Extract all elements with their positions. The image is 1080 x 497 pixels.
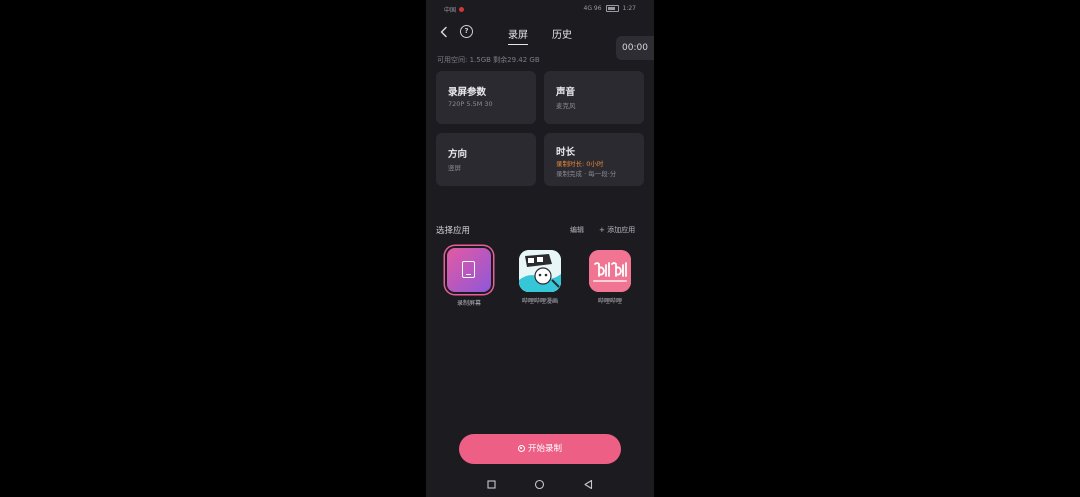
system-nav-bar bbox=[426, 474, 654, 497]
screen-stage: 中国 4G 96 1:27 ? 录屏 历史 可用空间: 1.5GB 剩余29.4… bbox=[0, 0, 1080, 497]
storage-info: 可用空间: 1.5GB 剩余29.42 GB bbox=[437, 56, 540, 64]
status-bar: 中国 4G 96 1:27 bbox=[426, 0, 654, 18]
signal-text: 4G 96 bbox=[583, 5, 602, 12]
clock: 1:27 bbox=[622, 5, 636, 12]
tab-history[interactable]: 历史 bbox=[552, 26, 572, 41]
comic-artwork-icon bbox=[519, 250, 561, 292]
app-item-bilibili[interactable]: 哔哩哔哩 bbox=[580, 250, 640, 305]
app-name: 录制屏幕 bbox=[456, 300, 481, 307]
select-apps-header: 选择应用 编辑 + 添加应用 bbox=[436, 224, 644, 236]
card-subtitle: 竖屏 bbox=[448, 164, 461, 172]
duration-warning: 录制时长: 0小时 bbox=[556, 160, 604, 168]
tablet-icon bbox=[462, 261, 475, 278]
start-recording-label: 开始录制 bbox=[527, 444, 562, 454]
card-title: 声音 bbox=[556, 87, 576, 98]
back-arrow-icon[interactable] bbox=[438, 26, 450, 38]
add-app-button[interactable]: + 添加应用 bbox=[599, 225, 635, 235]
app-item-screen[interactable]: 录制屏幕 bbox=[439, 248, 499, 307]
phone-screen: 中国 4G 96 1:27 ? 录屏 历史 可用空间: 1.5GB 剩余29.4… bbox=[426, 0, 654, 497]
recents-square-icon[interactable] bbox=[486, 479, 497, 490]
tab-record[interactable]: 录屏 bbox=[508, 26, 528, 45]
card-subtitle: 录制完成 · 每一段·分 bbox=[556, 170, 617, 178]
carrier-text: 中国 bbox=[444, 7, 457, 14]
bilibili-icon bbox=[589, 250, 631, 292]
bilibili-logo-icon bbox=[589, 250, 631, 292]
app-name: 哔哩哔哩 bbox=[597, 298, 622, 305]
help-icon[interactable]: ? bbox=[460, 25, 473, 38]
back-triangle-icon[interactable] bbox=[583, 479, 594, 490]
card-title: 方向 bbox=[448, 149, 468, 160]
card-subtitle: 720P 5.5M 30 bbox=[448, 100, 493, 108]
card-title: 时长 bbox=[556, 147, 576, 158]
record-params-card[interactable]: 录屏参数 720P 5.5M 30 bbox=[436, 71, 536, 124]
edit-button[interactable]: 编辑 bbox=[570, 225, 584, 235]
select-apps-title: 选择应用 bbox=[436, 226, 471, 236]
floating-timer-badge[interactable]: 00:00 bbox=[616, 36, 654, 60]
home-circle-icon[interactable] bbox=[534, 479, 545, 490]
record-icon bbox=[517, 445, 525, 452]
screen-app-icon bbox=[447, 248, 491, 292]
start-recording-button[interactable]: 开始录制 bbox=[459, 434, 621, 464]
app-item-comic[interactable]: 哔哩哔哩漫画 bbox=[510, 250, 570, 305]
duration-card[interactable]: 时长 录制时长: 0小时 录制完成 · 每一段·分 bbox=[544, 133, 644, 186]
status-right: 4G 96 1:27 bbox=[583, 5, 636, 12]
battery-icon bbox=[605, 5, 619, 12]
audio-card[interactable]: 声音 麦克风 bbox=[544, 71, 644, 124]
card-title: 录屏参数 bbox=[448, 87, 487, 98]
card-subtitle: 麦克风 bbox=[556, 102, 576, 110]
recording-indicator-icon bbox=[459, 7, 465, 12]
status-left: 中国 bbox=[444, 5, 465, 14]
orientation-card[interactable]: 方向 竖屏 bbox=[436, 133, 536, 186]
comic-app-icon bbox=[519, 250, 561, 292]
app-name: 哔哩哔哩漫画 bbox=[521, 298, 558, 305]
